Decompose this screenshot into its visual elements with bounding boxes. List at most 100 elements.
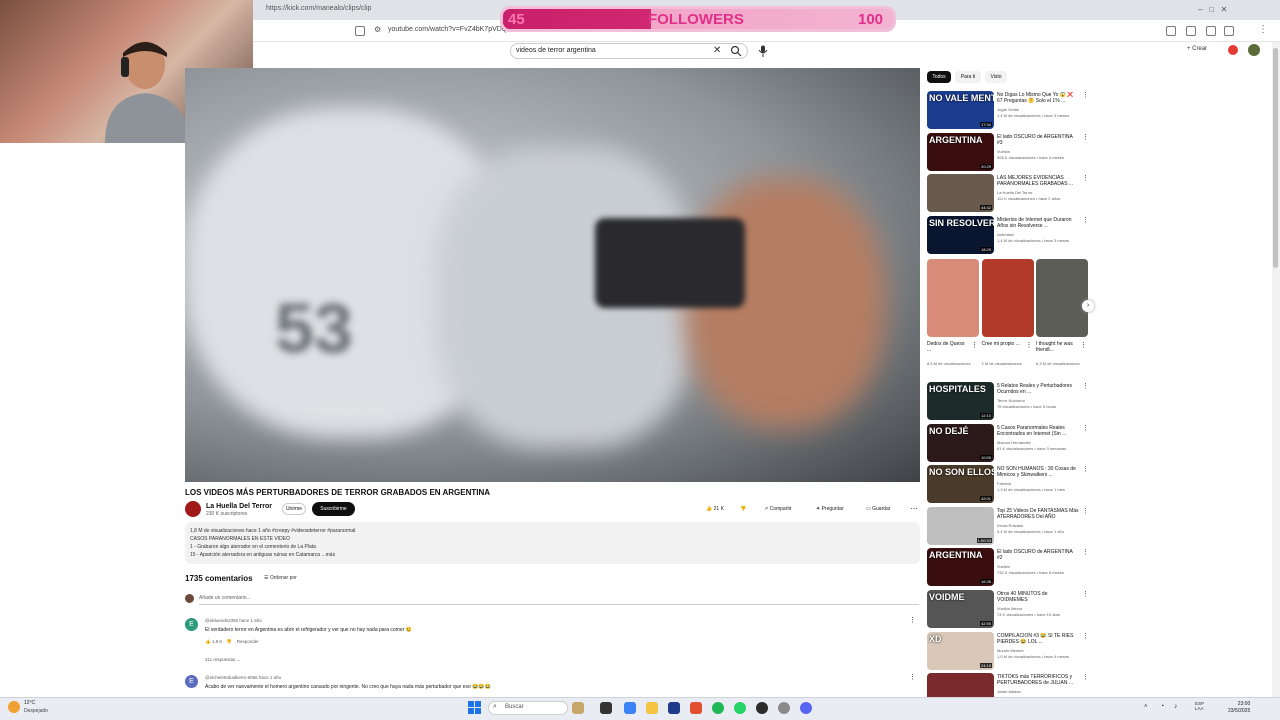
rec-title[interactable]: Misterios de Internet que Duraron Años s… (997, 217, 1079, 229)
rec-title[interactable]: TIKTOKS más TERRORÍFICOS y PERTURBADORES… (997, 674, 1079, 686)
rec-channel[interactable]: Jugar Gratis (997, 107, 1019, 112)
more-actions-icon[interactable]: ⋯ (910, 503, 918, 515)
tray-chevron-icon[interactable]: ˄ (1144, 704, 1148, 710)
save-button[interactable]: ▭ Guardar (866, 503, 890, 515)
bookmark-icon[interactable] (355, 26, 365, 36)
shorts-next-button[interactable]: › (1082, 300, 1094, 312)
rec-thumbnail[interactable]: NO DEJÉ 10:59 (927, 423, 994, 462)
search-icon[interactable] (730, 45, 742, 57)
comment-avatar[interactable]: E (185, 675, 198, 688)
rec-menu-icon[interactable]: ⋮ (1082, 133, 1089, 141)
rec-thumbnail[interactable]: VOIDME 42:55 (927, 590, 994, 628)
mic-icon[interactable] (758, 45, 768, 57)
comment-author[interactable]: @elduende2392 (205, 618, 238, 623)
replies-toggle[interactable]: 311 respuestas ⌄ (205, 657, 240, 663)
rec-menu-icon[interactable]: ⋮ (1082, 174, 1089, 182)
like-button[interactable]: 👍 21 K (706, 503, 724, 515)
comment-menu-icon[interactable]: ⋮ (909, 673, 916, 681)
rec-title[interactable]: No Digas Lo Mismo Que Yo 😱 ❌ 67 Pregunta… (997, 92, 1079, 104)
rec-thumbnail[interactable]: 1:00:33 (927, 506, 994, 545)
weather-icon[interactable] (8, 701, 20, 713)
extensions-icon[interactable] (1166, 26, 1176, 36)
comment-avatar[interactable]: E (185, 618, 198, 631)
dislike-button[interactable]: 👎 (740, 503, 746, 515)
sort-button[interactable]: ☰ Ordenar por (264, 575, 297, 581)
taskbar-search[interactable] (488, 701, 568, 715)
short-thumbnail[interactable] (927, 259, 979, 337)
short-thumbnail[interactable] (981, 259, 1034, 337)
rec-menu-icon[interactable]: ⋮ (1082, 548, 1089, 556)
channel-name[interactable]: La Huella Del Terror (206, 503, 272, 510)
address-url[interactable]: youtube.com/watch?v=FvZ4bK7pVDQ (388, 26, 507, 33)
rec-thumbnail[interactable]: SIN RESOLVER 18:29 (927, 215, 994, 254)
rec-title[interactable]: 5 Casos Paranormales Reales Encontrados … (997, 425, 1079, 437)
short-menu-icon[interactable]: ⋮ (1080, 341, 1087, 349)
account-avatar[interactable] (1248, 44, 1260, 56)
rec-channel[interactable]: Marcos Hernandez (997, 440, 1031, 445)
rec-menu-icon[interactable]: ⋮ (1082, 673, 1089, 681)
close-window-icon[interactable]: ✕ (1221, 5, 1228, 14)
rec-title[interactable]: Top 25 Videos De FANTASMAS Más ATERRADOR… (997, 508, 1079, 520)
short-title[interactable]: Cree mi propio ... (982, 341, 1022, 347)
rec-channel[interactable]: Vuelkin Mecro (997, 606, 1022, 611)
rec-title[interactable]: NO SON HUMANOS : 30 Cosas de Mimicos y S… (997, 466, 1079, 478)
downloads-icon[interactable] (1224, 26, 1234, 36)
rec-channel[interactable]: Vuelkin (997, 564, 1010, 569)
video-player[interactable]: 53 La Huella Del Terror (185, 68, 920, 482)
subscribe-button[interactable]: Suscribirme (312, 502, 355, 516)
comment-author[interactable]: @elcheletedualkerto-9056 (205, 675, 258, 680)
rec-thumbnail[interactable]: XD 24:15 (927, 631, 994, 670)
short-title[interactable]: I thought he was friendl... (1036, 341, 1076, 353)
discord-icon[interactable] (800, 702, 812, 714)
short-title[interactable]: Dedos de Queso ... (927, 341, 967, 353)
file-explorer-icon[interactable] (646, 702, 658, 714)
task-view-icon[interactable] (600, 702, 612, 714)
whatsapp-icon[interactable] (734, 702, 746, 714)
rec-menu-icon[interactable]: ⋮ (1082, 382, 1089, 390)
rec-menu-icon[interactable]: ⋮ (1082, 216, 1089, 224)
add-comment-input[interactable]: Añade un comentario... (199, 595, 251, 601)
rec-menu-icon[interactable]: ⋮ (1082, 507, 1089, 515)
rec-channel[interactable]: Dross Rotzank (997, 523, 1023, 528)
site-info-icon[interactable]: ⚙ (374, 25, 381, 34)
short-thumbnail[interactable] (1036, 259, 1088, 337)
start-icon[interactable] (468, 701, 481, 714)
rec-channel[interactable]: Terror Nocturno (997, 398, 1025, 403)
chip-all[interactable]: Todos (927, 71, 951, 83)
rec-title[interactable]: El lado OSCURO de ARGENTINA #2 (997, 549, 1079, 561)
rec-thumbnail[interactable]: 44:42 (927, 174, 994, 213)
rec-thumbnail[interactable]: ARGENTINA 20:29 (927, 132, 994, 171)
rec-menu-icon[interactable]: ⋮ (1082, 91, 1089, 99)
widgets-icon[interactable] (572, 702, 584, 714)
wifi-icon[interactable]: ◔ (1160, 703, 1164, 710)
rec-title[interactable]: COMPILACION #3 😂 SI TE RIES PIERDES 😂 LO… (997, 633, 1079, 645)
spotify-icon[interactable] (712, 702, 724, 714)
settings-icon[interactable] (778, 702, 790, 714)
volume-icon[interactable]: ♪ (1174, 703, 1178, 710)
short-menu-icon[interactable]: ⋮ (971, 341, 978, 349)
rec-menu-icon[interactable]: ⋮ (1082, 424, 1089, 432)
clear-search-icon[interactable]: ✕ (713, 45, 721, 56)
rec-menu-icon[interactable]: ⋮ (1082, 465, 1089, 473)
language-indicator[interactable]: ESP LAA (1195, 701, 1204, 711)
rec-channel[interactable]: clubmisst (997, 232, 1014, 237)
minimize-icon[interactable]: – (1198, 5, 1202, 14)
clock[interactable]: 23:00 23/5/2025 (1228, 701, 1250, 715)
ask-button[interactable]: ✦ Preguntar (816, 503, 844, 515)
rec-title[interactable]: 5 Relatos Reales y Perturbadores Ocurrid… (997, 383, 1079, 395)
rec-thumbnail[interactable]: ARGENTINA 16:35 (927, 548, 994, 587)
create-button[interactable]: + Crear (1187, 46, 1207, 52)
rec-channel[interactable]: Julian Aldaza (997, 689, 1021, 694)
chip-watched[interactable]: Visto (985, 71, 1007, 83)
rec-thumbnail[interactable]: HOSPITALES 12:10 (927, 382, 994, 420)
like-icon[interactable]: 👍 (205, 639, 211, 644)
short-menu-icon[interactable]: ⋮ (1026, 341, 1033, 349)
rec-channel[interactable]: La Huella Del Terror (997, 190, 1033, 195)
rec-title[interactable]: Otros 40 MINUTOS de VOIDMEMES (997, 591, 1079, 603)
share-button[interactable]: ↗ Compartir (764, 503, 792, 515)
rec-title[interactable]: LAS MEJORES EVIDENCIAS PARANORMALES GRAB… (997, 175, 1079, 187)
rec-channel[interactable]: Mundo Memes (997, 648, 1023, 653)
sidebar-icon[interactable] (1186, 26, 1196, 36)
notifications-icon[interactable] (1228, 45, 1238, 55)
tab-url[interactable]: https://kick.com/manealo/clips/clip (266, 5, 371, 12)
